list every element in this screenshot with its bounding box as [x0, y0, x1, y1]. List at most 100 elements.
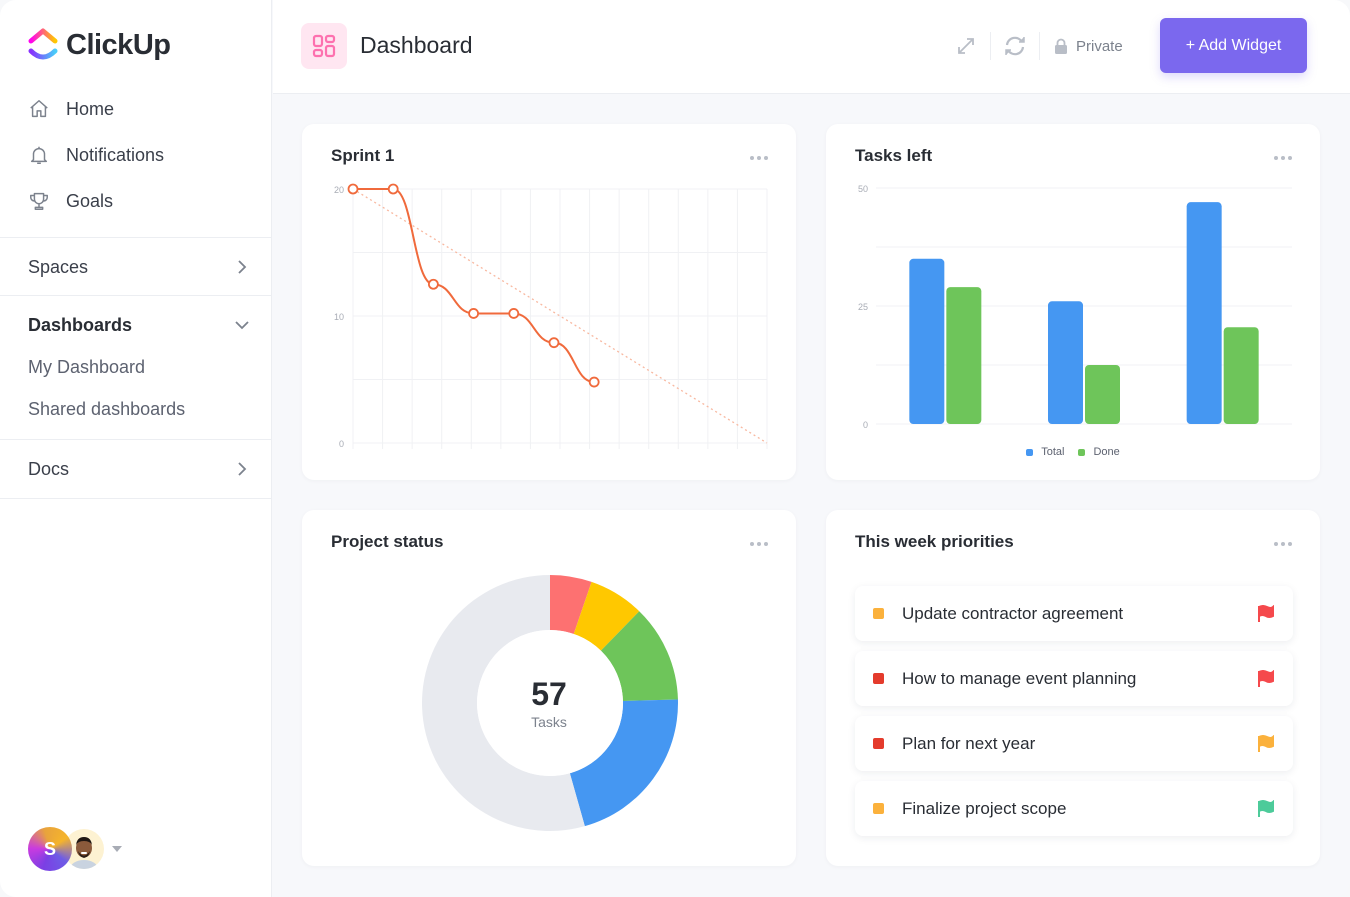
bell-icon [30, 146, 48, 164]
bar-total [1186, 202, 1222, 424]
tasks-left-widget: Tasks left 0 25 50 Total Done [826, 124, 1320, 480]
fullscreen-button[interactable] [948, 28, 984, 64]
sidebar-item-my-dashboard[interactable]: My Dashboard [0, 346, 272, 388]
divider [990, 32, 991, 60]
data-point [427, 278, 439, 290]
legend-swatch [1026, 448, 1034, 456]
nav-item-goals[interactable]: Goals [28, 178, 258, 224]
nav-label: Notifications [66, 144, 165, 165]
dashboards-label: Dashboards [28, 314, 133, 335]
legend-item-done[interactable]: Done [1078, 446, 1120, 458]
y-tick-label: 50 [858, 184, 868, 194]
priority-flag-icon[interactable] [1257, 799, 1275, 818]
y-tick-label: 20 [334, 185, 344, 195]
y-tick-label: 0 [339, 439, 344, 449]
nav-label: Home [66, 98, 115, 119]
widget-title: This week priorities [855, 532, 1014, 551]
bar-done [946, 287, 982, 424]
dot-icon [1288, 542, 1292, 546]
status-indicator[interactable] [873, 608, 884, 619]
expand-icon [958, 38, 974, 54]
sprint-widget: Sprint 1 0 10 20 [302, 124, 796, 480]
clickup-logo-icon [28, 28, 58, 60]
legend-swatch [1078, 448, 1086, 456]
main-nav: Home Notifications Goals [28, 86, 258, 224]
legend-label: Done [1093, 446, 1120, 458]
dot-icon [1281, 542, 1285, 546]
privacy-label: Private [1076, 37, 1123, 55]
sidebar: ClickUp Home Notifications Goals Spaces [0, 0, 272, 897]
spaces-toggle[interactable]: Spaces [0, 238, 272, 296]
data-point [387, 183, 399, 195]
status-indicator[interactable] [873, 673, 884, 684]
status-indicator[interactable] [873, 803, 884, 814]
caret-down-icon [112, 846, 122, 852]
nav-label: Goals [66, 190, 114, 211]
nav-item-notifications[interactable]: Notifications [28, 132, 258, 178]
chevron-right-icon [238, 260, 247, 274]
clickup-logo[interactable]: ClickUp [28, 28, 171, 62]
status-indicator[interactable] [873, 738, 884, 749]
sidebar-item-shared-dashboards[interactable]: Shared dashboards [0, 388, 272, 430]
home-icon [30, 100, 48, 118]
priority-item[interactable]: Finalize project scope [855, 781, 1293, 836]
priority-flag-icon[interactable] [1257, 604, 1275, 623]
priority-flag-icon[interactable] [1257, 669, 1275, 688]
trophy-icon [30, 192, 48, 210]
bar-total [909, 258, 945, 424]
logo-text: ClickUp [66, 28, 171, 61]
priority-flag-icon[interactable] [1257, 734, 1275, 753]
total-tasks-count: 57 [531, 676, 567, 712]
task-name: Finalize project scope [902, 798, 1067, 818]
bar-total [1048, 301, 1083, 424]
y-tick-label: 25 [858, 302, 868, 312]
docs-section: Docs [0, 439, 272, 499]
add-widget-button[interactable]: + Add Widget [1160, 18, 1307, 73]
y-tick-label: 10 [334, 312, 344, 322]
dashboards-section: Dashboards My Dashboard Shared dashboard… [0, 295, 272, 440]
priority-item[interactable]: How to manage event planning [855, 651, 1293, 706]
chevron-down-icon [235, 321, 249, 330]
task-name: Plan for next year [902, 733, 1036, 753]
burndown-chart: 0 10 20 [334, 183, 768, 449]
workspace-avatar: S [28, 827, 72, 871]
data-point [347, 183, 359, 195]
bar-done [1085, 365, 1120, 424]
project-status-widget: Project status 57 Tasks [302, 510, 796, 866]
dot-icon [1274, 542, 1278, 546]
priority-list: Update contractor agreement How to manag… [855, 586, 1293, 846]
data-point [508, 308, 520, 319]
priorities-widget: This week priorities Update contractor a… [826, 510, 1320, 866]
spaces-label: Spaces [28, 256, 89, 277]
docs-label: Docs [28, 458, 70, 479]
tasks-bar-chart: 0 25 50 [858, 184, 1292, 430]
y-tick-label: 0 [863, 420, 868, 430]
total-tasks-label: Tasks [531, 714, 567, 730]
bar-done [1223, 327, 1259, 424]
spaces-section: Spaces [0, 237, 272, 296]
data-point [588, 376, 600, 388]
chevron-right-icon [238, 462, 247, 476]
header-tools: Private [948, 28, 1123, 64]
data-point [548, 337, 560, 349]
nav-item-home[interactable]: Home [28, 86, 258, 132]
top-bar: Dashboard Private + Add Widget [273, 0, 1350, 94]
docs-toggle[interactable]: Docs [0, 440, 272, 498]
lock-icon [1055, 38, 1067, 54]
chart-legend: Total Done [826, 446, 1320, 458]
widget-menu-button[interactable] [1272, 540, 1294, 548]
user-menu[interactable]: S [28, 827, 122, 871]
page-title: Dashboard [360, 32, 473, 58]
refresh-button[interactable] [997, 28, 1033, 64]
refresh-icon [1005, 36, 1025, 56]
actual-line [353, 188, 595, 384]
priority-item[interactable]: Update contractor agreement [855, 586, 1293, 641]
dashboard-icon [301, 23, 347, 69]
task-name: Update contractor agreement [902, 603, 1124, 623]
legend-item-total[interactable]: Total [1026, 446, 1064, 458]
divider [1039, 32, 1040, 60]
priority-item[interactable]: Plan for next year [855, 716, 1293, 771]
legend-label: Total [1041, 446, 1065, 458]
data-point [468, 308, 479, 319]
privacy-toggle[interactable]: Private [1054, 38, 1123, 55]
